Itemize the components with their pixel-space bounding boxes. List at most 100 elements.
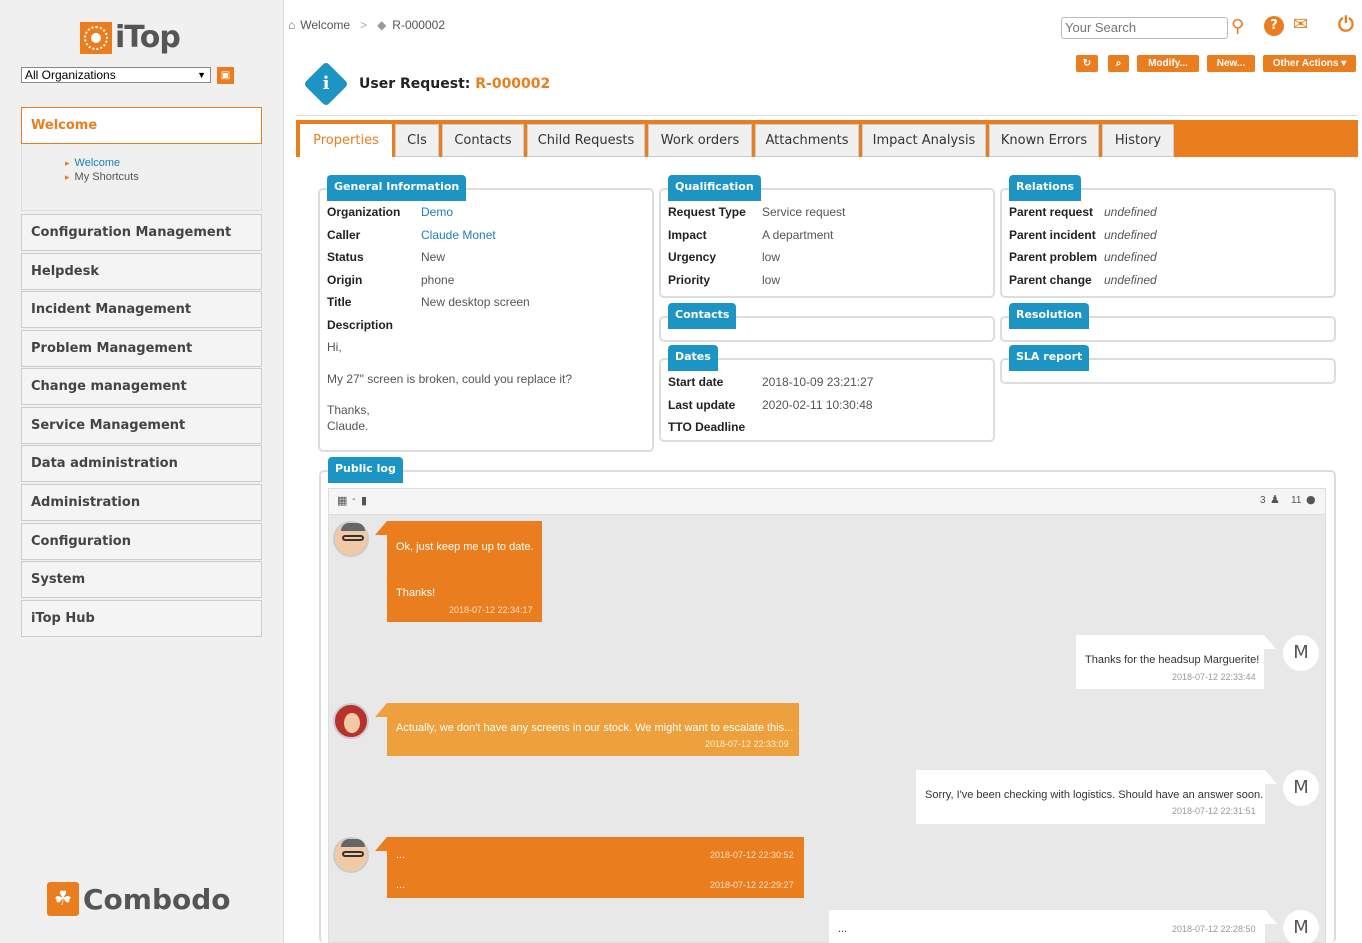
- itop-logo-text: iTop: [115, 20, 181, 55]
- combodo-logo[interactable]: Combodo: [47, 882, 231, 916]
- tab-work-orders[interactable]: Work orders: [648, 124, 752, 157]
- log-entry-timestamp: 2018-07-12 22:28:50: [1172, 924, 1256, 934]
- page-title: User Request: R-000002: [359, 76, 550, 92]
- submenu-item-welcome[interactable]: Welcome: [65, 157, 121, 169]
- tab-attachments[interactable]: Attachments: [755, 124, 859, 157]
- parent-incident-label: Parent incident: [1009, 228, 1096, 242]
- description-label: Description: [327, 318, 394, 332]
- breadcrumb-current[interactable]: R-000002: [392, 18, 445, 32]
- start-date-value: 2018-10-09 23:21:27: [762, 375, 874, 389]
- last-update-value: 2020-02-11 10:30:48: [762, 398, 873, 412]
- user-avatar: M: [1283, 910, 1319, 943]
- menu-group-incident-management[interactable]: Incident Management: [21, 291, 262, 328]
- breadcrumb-separator: >: [360, 18, 368, 32]
- priority-label: Priority: [668, 273, 711, 287]
- help-icon[interactable]: ?: [1264, 16, 1284, 36]
- description-line: Thanks,: [327, 403, 370, 417]
- welcome-submenu: Welcome My Shortcuts: [21, 144, 262, 211]
- tab-contacts[interactable]: Contacts: [442, 124, 524, 157]
- menu-group-configuration[interactable]: Configuration: [21, 523, 262, 560]
- priority-value: low: [762, 273, 781, 287]
- parent-problem-label: Parent problem: [1009, 250, 1098, 264]
- user-avatar: [333, 521, 369, 557]
- menu-group-system[interactable]: System: [21, 561, 262, 598]
- breadcrumb-welcome[interactable]: Welcome: [300, 18, 350, 32]
- messages-icon: ●: [1306, 493, 1316, 506]
- log-entry-text: Actually, we don't have any screens in o…: [396, 722, 794, 734]
- impact-label: Impact: [668, 228, 707, 242]
- users-icon: ♟: [1270, 493, 1280, 506]
- parent-problem-value: undefined: [1104, 250, 1157, 264]
- log-entry-text: ...: [396, 849, 406, 861]
- public-log-toolbar: ▦ - ▮ 3 ♟ 11 ●: [329, 489, 1325, 515]
- organization-label: Organization: [327, 205, 401, 219]
- tab-properties[interactable]: Properties: [300, 124, 392, 158]
- qualification-legend: Qualification: [668, 175, 761, 201]
- log-entry-timestamp: 2018-07-12 22:34:17: [449, 605, 533, 615]
- close-all-icon[interactable]: ▮: [361, 494, 367, 507]
- search-icon[interactable]: ⚲: [1231, 16, 1244, 37]
- start-date-label: Start date: [668, 375, 724, 389]
- itop-logo[interactable]: iTop: [80, 20, 181, 55]
- description-line: Claude.: [327, 419, 369, 433]
- page-title-ref: R-000002: [475, 76, 551, 92]
- sla-report-legend: SLA report: [1009, 345, 1090, 371]
- tab-cis[interactable]: CIs: [395, 124, 439, 157]
- org-hierarchy-button[interactable]: ▣: [217, 67, 234, 84]
- tab-history[interactable]: History: [1102, 124, 1174, 157]
- tab-child-requests[interactable]: Child Requests: [527, 124, 645, 157]
- caller-value[interactable]: Claude Monet: [421, 228, 496, 242]
- title-label: Title: [327, 295, 352, 309]
- log-entry: ... 2018-07-12 22:30:52 ... 2018-07-12 2…: [387, 837, 804, 898]
- tab-known-errors[interactable]: Known Errors: [989, 124, 1099, 157]
- organization-value[interactable]: Demo: [421, 205, 453, 219]
- description-line: My 27" screen is broken, could you repla…: [327, 372, 573, 386]
- urgency-value: low: [762, 250, 781, 264]
- log-entry-text: Thanks for the headsup Marguerite!: [1085, 654, 1260, 666]
- public-log-legend: Public log: [328, 457, 403, 483]
- menu-group-itop-hub[interactable]: iTop Hub: [21, 600, 262, 637]
- log-entry: Actually, we don't have any screens in o…: [387, 703, 799, 756]
- breadcrumb: ⌂ Welcome > ◆ R-000002: [288, 18, 445, 32]
- tab-bar: Properties CIs Contacts Child Requests W…: [296, 120, 1358, 158]
- menu-group-change-management[interactable]: Change management: [21, 368, 262, 405]
- log-entry-timestamp: 2018-07-12 22:33:09: [705, 739, 789, 749]
- tab-impact-analysis[interactable]: Impact Analysis: [862, 124, 986, 157]
- parent-change-value: undefined: [1104, 273, 1157, 287]
- contacts-legend: Contacts: [668, 303, 737, 329]
- menu-group-configuration-management[interactable]: Configuration Management: [21, 214, 262, 251]
- general-information-legend: General Information: [327, 175, 467, 201]
- menu-group-data-administration[interactable]: Data administration: [21, 445, 262, 482]
- menu-group-problem-management[interactable]: Problem Management: [21, 330, 262, 367]
- caller-label: Caller: [327, 228, 361, 242]
- hierarchy-icon: ▣: [220, 70, 231, 81]
- user-avatar: M: [1283, 770, 1319, 806]
- open-all-icon[interactable]: ▦: [337, 494, 347, 507]
- submenu-item-my-shortcuts[interactable]: My Shortcuts: [65, 171, 139, 183]
- combodo-logo-text: Combodo: [83, 882, 231, 916]
- info-icon: i: [303, 61, 349, 107]
- menu-group-welcome[interactable]: Welcome: [21, 107, 262, 144]
- global-search-input[interactable]: Your Search: [1061, 17, 1228, 39]
- chevron-down-icon: ▼: [197, 70, 206, 80]
- user-avatar: [333, 837, 369, 873]
- log-entry: Sorry, I've been checking with logistics…: [916, 770, 1265, 824]
- bubble-tail: [1265, 770, 1277, 784]
- status-value: New: [421, 250, 446, 264]
- power-icon[interactable]: ⏻: [1338, 12, 1354, 36]
- combodo-logo-icon: [47, 882, 79, 916]
- menu-group-administration[interactable]: Administration: [21, 484, 262, 521]
- bubble-tail: [1264, 635, 1276, 649]
- log-entry-text: Ok, just keep me up to date.: [396, 541, 534, 553]
- chat-icon[interactable]: ✉: [1293, 14, 1308, 35]
- parent-incident-value: undefined: [1104, 228, 1157, 242]
- page-title-prefix: User Request:: [359, 76, 471, 92]
- menu-group-helpdesk[interactable]: Helpdesk: [21, 253, 262, 290]
- resolution-legend: Resolution: [1009, 303, 1090, 329]
- organization-select[interactable]: All Organizations ▼: [21, 67, 211, 83]
- origin-label: Origin: [327, 273, 363, 287]
- bubble-tail: [375, 703, 387, 717]
- relations-legend: Relations: [1009, 175, 1082, 201]
- menu-group-service-management[interactable]: Service Management: [21, 407, 262, 444]
- log-entry-timestamp: 2018-07-12 22:30:52: [710, 850, 794, 860]
